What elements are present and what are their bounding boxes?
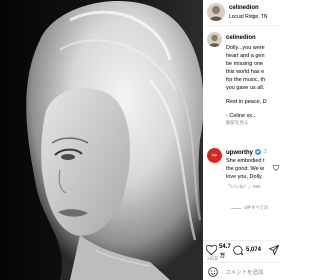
comment-icon[interactable] [233, 245, 243, 255]
post-side-panel: celinedion Locust Ridge, TN celinedion D… [203, 0, 280, 280]
portrait-image [0, 0, 203, 280]
caption-line: this world has e [226, 69, 265, 75]
post-photo[interactable] [0, 0, 203, 280]
comment-author-avatar[interactable]: up [207, 148, 222, 163]
post-header: celinedion Locust Ridge, TN [203, 0, 280, 26]
add-comment-input[interactable]: コメントを追加 [225, 268, 264, 276]
comments-count[interactable]: 5,074 [246, 247, 261, 253]
comment-line: She embodied t [226, 158, 265, 164]
likes-unit: 万 [220, 253, 226, 259]
action-bar: 54.7 万 5,074 2日前 [203, 240, 280, 262]
author-username[interactable]: celinedion [229, 5, 259, 11]
smile-icon[interactable] [208, 267, 218, 277]
caption-line: you gave us all. [226, 85, 265, 91]
caption-author-username[interactable]: celinedion [226, 35, 256, 41]
caption-line: heart and a gen [226, 53, 265, 59]
share-icon[interactable] [269, 245, 279, 255]
likes-count[interactable]: 54.7 [219, 244, 231, 250]
caption-line: Dolly...you were [226, 45, 265, 51]
caption-signature: - Celine xx... [226, 113, 257, 119]
comment-heart-icon[interactable] [273, 165, 279, 171]
caption-line: for the music, th [226, 77, 266, 83]
caption-line: be missing one [226, 61, 263, 67]
comment-time: 2 [264, 149, 267, 155]
caption-rest-in-peace: Rest in peace, D [226, 99, 267, 105]
comment-line: love you, Dolly. [226, 174, 263, 180]
view-replies-link[interactable]: 4件すべての [244, 205, 269, 211]
caption-author-avatar[interactable] [207, 32, 222, 47]
add-comment-bar: コメントを追加 [203, 262, 280, 280]
comment-likes-link[interactable]: 「いいね！」598 [226, 184, 261, 190]
translate-link[interactable]: 翻訳を見る [226, 120, 249, 126]
post-date: 2日前 [207, 256, 219, 261]
comment-author-username[interactable]: upworthy [226, 150, 253, 156]
comment-line: the good. We w [226, 166, 265, 172]
verified-badge-icon [255, 149, 261, 155]
heart-icon[interactable] [206, 245, 217, 255]
author-avatar[interactable] [207, 3, 225, 21]
post-location[interactable]: Locust Ridge, TN [229, 14, 268, 20]
replies-divider [231, 208, 241, 209]
